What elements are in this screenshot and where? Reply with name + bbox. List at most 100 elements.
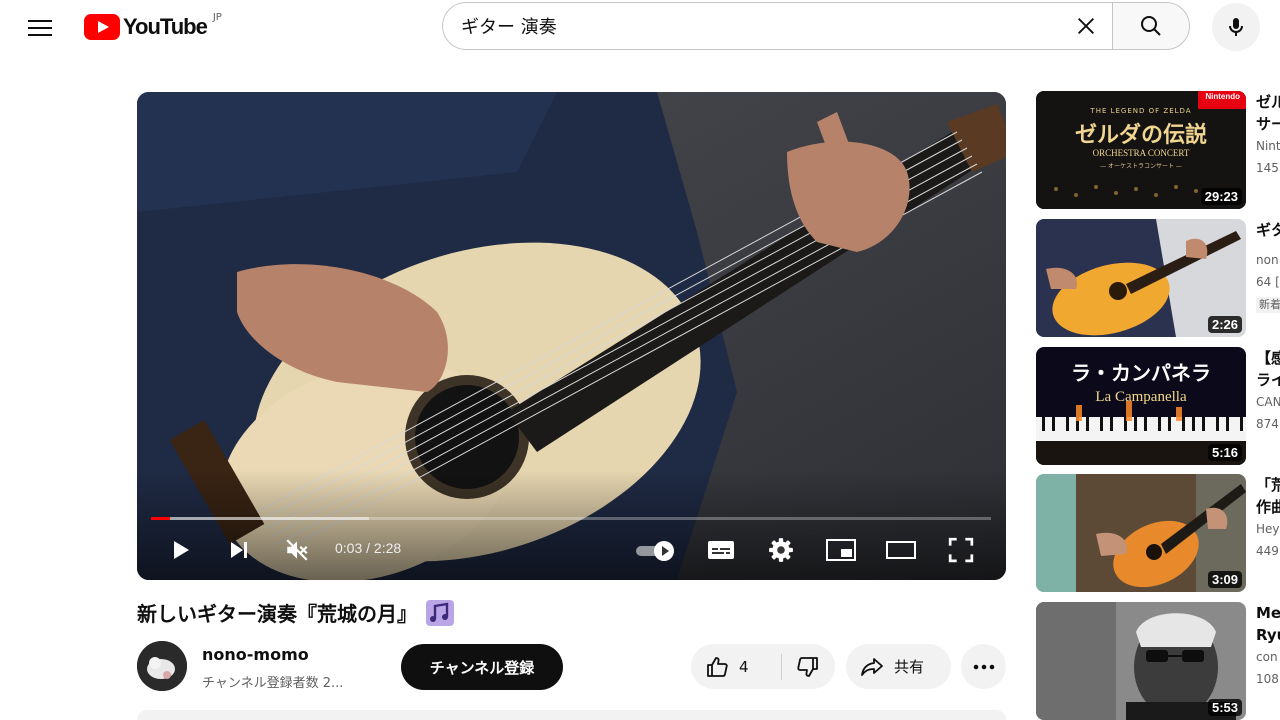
video-duration: 3:09 [1207,571,1242,588]
theater-mode-button[interactable] [886,535,916,565]
recommendation-item[interactable]: ラ・カンパネラ La Campanella 5:16 【感 ライ CAN 874 [1036,347,1280,465]
recommendation-info: ギタ non 64 [ 新着 [1256,219,1280,313]
video-title-text: 新しいギター演奏『荒城の月』 [137,602,417,626]
thumbs-down-icon [797,656,818,677]
video-duration: 29:23 [1200,188,1242,205]
recommendation-item[interactable]: 3:09 「荒 作曲 Hey 449 [1036,474,1280,592]
recommendation-views: 108 [1256,672,1279,686]
recommendation-thumbnail: 2:26 [1036,219,1246,337]
recommendation-info: 「荒 作曲 Hey 449 [1256,474,1280,562]
recommendation-views: 449 [1256,544,1279,558]
video-duration: 5:53 [1207,699,1242,716]
mic-icon [1229,18,1243,36]
progress-bar[interactable] [151,517,991,520]
miniplayer-button[interactable] [826,535,856,565]
description-box[interactable] [137,710,1006,720]
thumbnail-caption: ゼルダの伝説 [1074,123,1207,148]
autoplay-toggle[interactable] [636,541,678,561]
share-button[interactable]: 共有 [846,644,951,689]
music-note-icon [426,599,454,626]
recommendation-title: Ryu [1256,626,1280,644]
search-query-text: ギター 演奏 [461,17,557,38]
masthead: YouTube JP ギター 演奏 [0,0,1280,56]
recommendation-channel: Hey [1256,522,1280,536]
recommendation-item[interactable]: Nintendo THE LEGEND OF ZELDA ゼルダの伝説 ORCH… [1036,91,1280,209]
recommendation-channel: CAN [1256,395,1280,409]
next-button[interactable] [224,535,254,565]
recommendation-views: 145 [1256,161,1279,175]
search-input[interactable]: ギター 演奏 [442,2,1112,50]
thumbnail-caption: — オーケストラコンサート — [1100,163,1182,170]
recommendation-title: Me [1256,604,1280,622]
fullscreen-button[interactable] [946,535,976,565]
buffered-bar [151,517,370,520]
theater-icon [886,541,916,559]
thumbnail-caption: ORCHESTRA CONCERT [1092,148,1190,158]
dislike-button[interactable] [782,644,834,689]
recommendation-views: 874 [1256,417,1279,431]
subtitles-icon [708,541,734,559]
video-title: 新しいギター演奏『荒城の月』 [137,598,455,627]
subscribe-button[interactable]: チャンネル登録 [401,644,563,690]
video-duration: 5:16 [1207,444,1242,461]
play-button[interactable] [165,535,195,565]
recommendation-title: ギタ [1256,221,1280,239]
settings-icon [769,538,793,562]
search-button[interactable] [1112,2,1190,50]
more-icon [973,664,994,669]
recommendation-title: ライ [1256,371,1280,389]
channel-name[interactable]: nono-momo [202,645,309,664]
played-bar [151,517,171,520]
fullscreen-icon [948,537,974,563]
controls-gradient [137,470,1006,580]
play-icon [174,541,189,559]
thumbnail-caption: La Campanella [1095,389,1187,405]
miniplayer-icon [826,539,856,561]
recommendation-info: Me Ryu con 108 [1256,602,1280,690]
youtube-logo[interactable]: YouTube JP [84,12,222,42]
new-badge: 新着 [1256,297,1280,313]
share-icon [861,657,883,676]
mute-icon [286,539,308,561]
video-player[interactable]: 0:03 / 2:28 [137,92,1006,580]
recommendation-thumbnail: 5:53 [1036,602,1246,720]
clear-search-button[interactable] [1066,6,1106,46]
thumbs-up-icon [707,656,728,677]
like-button[interactable]: 4 [691,644,781,689]
clear-icon [1078,18,1094,34]
recommendation-channel: con [1256,650,1278,664]
subscriber-count: チャンネル登録者数 2... [202,676,344,691]
voice-search-button[interactable] [1212,3,1260,51]
recommendation-title: 「荒 [1256,476,1280,494]
recommendation-title: 【感 [1256,349,1280,367]
logo-wordmark: YouTube [123,14,208,39]
recommendation-item[interactable]: 5:53 Me Ryu con 108 [1036,602,1280,720]
recommendation-views: 64 [ [1256,275,1280,289]
like-count: 4 [739,657,749,676]
recommendation-info: ゼル サー Nint 145 [1256,91,1280,179]
time-display: 0:03 / 2:28 [335,540,402,556]
recommendation-item[interactable]: 2:26 ギタ non 64 [ 新着 [1036,219,1280,337]
channel-avatar[interactable] [137,641,187,691]
settings-button[interactable] [766,535,796,565]
recommendation-channel: Nint [1256,139,1280,153]
region-code: JP [212,11,222,23]
youtube-logo-icon [84,14,120,40]
menu-button[interactable] [22,10,58,46]
subtitles-button[interactable] [706,535,736,565]
recommendation-title: ゼル [1256,93,1280,111]
recommendation-title: 作曲 [1256,498,1280,516]
more-actions-button[interactable] [961,644,1006,689]
next-icon [231,542,247,558]
search-icon [1141,16,1161,36]
video-duration: 2:26 [1207,316,1242,333]
like-dislike-group: 4 [691,644,835,689]
menu-icon [28,19,52,37]
mute-button[interactable] [282,535,312,565]
recommendation-thumbnail: Nintendo THE LEGEND OF ZELDA ゼルダの伝説 ORCH… [1036,91,1246,209]
thumbnail-brand: Nintendo [1205,92,1240,101]
avatar-image [137,641,187,691]
recommendation-thumbnail: ラ・カンパネラ La Campanella 5:16 [1036,347,1246,465]
share-label: 共有 [894,658,925,676]
thumbnail-caption: ラ・カンパネラ [1071,361,1211,385]
